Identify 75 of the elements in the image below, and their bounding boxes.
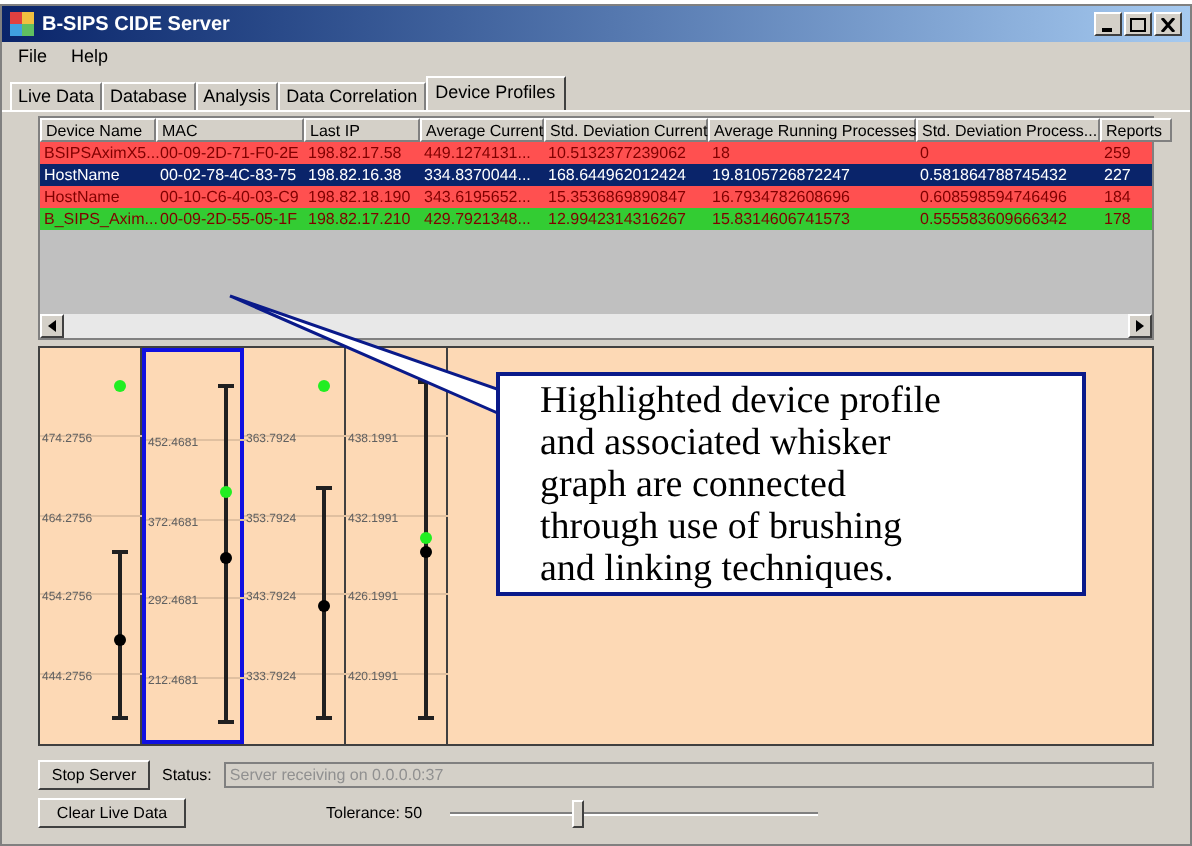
table-cell-text: 184: [1102, 186, 1133, 208]
table-cell-text: 15.3536869890847: [546, 186, 688, 208]
menu-item[interactable]: Help: [71, 44, 109, 72]
table-cell-text: 15.8314606741573: [710, 208, 852, 230]
callout-text: Highlighted device profile and associated whisker graph are connected through use of brushing and linking techniques.: [540, 380, 943, 590]
table-row[interactable]: HostName 00-02-78-4C-83-75 198.82.16.38 334.8370044... 168.644962012424 19.8105726872247 0.581864788745432 227: [40, 164, 1152, 186]
maximize-icon: [1130, 17, 1146, 31]
right-arrow-icon: [1136, 320, 1144, 332]
table-cell-text: 334.8370044...: [422, 164, 533, 186]
table-cell-text: 16.7934782608696: [710, 186, 852, 208]
tolerance-label: Tolerance: 50: [326, 801, 423, 825]
stop-server-button[interactable]: Stop Server: [38, 760, 150, 790]
table-cell-text: 00-09-2D-55-05-1F: [158, 208, 299, 230]
table-cell-text: 259: [1102, 142, 1133, 164]
table-cell-text: 10.5132377239062: [546, 142, 688, 164]
column-header[interactable]: Last IP: [304, 118, 420, 142]
table-cell-text: 00-02-78-4C-83-75: [158, 164, 299, 186]
table-cell-text: 18: [710, 142, 732, 164]
current-dot: [318, 380, 330, 392]
column-header[interactable]: Average Current: [420, 118, 544, 142]
table-cell-text: HostName: [42, 164, 122, 186]
current-dot: [420, 532, 432, 544]
table-cell-text: 0: [918, 142, 931, 164]
column-header[interactable]: MAC: [156, 118, 304, 142]
left-arrow-icon: [48, 320, 56, 332]
app-icon: [10, 12, 34, 36]
close-button[interactable]: [1154, 12, 1182, 36]
table-cell-text: 00-10-C6-40-03-C9: [158, 186, 301, 208]
table-cell-text: 0.581864788745432: [918, 164, 1069, 186]
table-cell-text: BSIPSAximX5...: [42, 142, 156, 164]
table-cell-text: 00-09-2D-71-F0-2E: [159, 142, 301, 164]
table-cell-text: 0.555583609666342: [918, 208, 1069, 230]
current-dot: [220, 486, 232, 498]
mean-dot: [420, 546, 432, 558]
table-cell-text: 178: [1102, 208, 1133, 230]
column-header[interactable]: Device Name: [40, 118, 156, 142]
tolerance-slider[interactable]: [450, 799, 819, 827]
minimize-button[interactable]: [1094, 12, 1122, 36]
table-cell-text: 198.82.18.190: [306, 186, 413, 208]
column-header[interactable]: Reports: [1100, 118, 1172, 142]
table-cell-text: 0.608598594746496: [918, 186, 1069, 208]
table-cell-text: 168.644962012424: [546, 164, 688, 186]
mean-dot: [220, 552, 232, 564]
column-header[interactable]: Average Running Processes: [708, 118, 916, 142]
tab[interactable]: Database: [102, 82, 196, 110]
table-cell-text: 343.6195652...: [422, 186, 533, 208]
status-field: Server receiving on 0.0.0.0:37: [223, 762, 1154, 788]
menu-item[interactable]: File: [18, 44, 48, 72]
tab[interactable]: Analysis: [195, 82, 279, 110]
mean-dot: [318, 600, 330, 612]
table-cell-text: 429.7921348...: [422, 208, 533, 230]
current-dot: [114, 380, 126, 392]
tab[interactable]: Live Data: [10, 82, 103, 110]
column-header[interactable]: Std. Deviation Process...: [916, 118, 1100, 142]
table-cell-text: 198.82.17.210: [306, 208, 413, 230]
close-icon: [1160, 17, 1176, 31]
table-cell-text: 198.82.16.38: [306, 164, 404, 186]
column-header[interactable]: Std. Deviation Current: [544, 118, 708, 142]
table-cell-text: B_SIPS_Axim...: [42, 208, 156, 230]
window-title: B-SIPS CIDE Server: [42, 11, 230, 39]
tab[interactable]: Device Profiles: [425, 76, 566, 110]
table-cell-text: 227: [1102, 164, 1133, 186]
status-label: Status:: [162, 763, 212, 787]
table-cell-text: 449.1274131...: [422, 142, 533, 164]
table-cell-text: 198.82.17.58: [306, 142, 404, 164]
mean-dot: [114, 634, 126, 646]
slider-thumb[interactable]: [572, 799, 585, 827]
horizontal-scrollbar[interactable]: [40, 314, 1152, 338]
tab[interactable]: Data Correlation: [278, 82, 426, 110]
maximize-button[interactable]: [1124, 12, 1152, 36]
clear-live-data-button[interactable]: Clear Live Data: [38, 798, 186, 828]
table-row[interactable]: B_SIPS_Axim...00-09-2D-55-05-1F 198.82.17.210 429.7921348... 12.9942314316267 15.8314606741573 0.555583609666342 178: [40, 208, 1152, 230]
table-cell-text: 12.9942314316267: [546, 208, 688, 230]
table-cell-text: HostName: [42, 186, 122, 208]
table-cell-text: 19.8105726872247: [710, 164, 852, 186]
